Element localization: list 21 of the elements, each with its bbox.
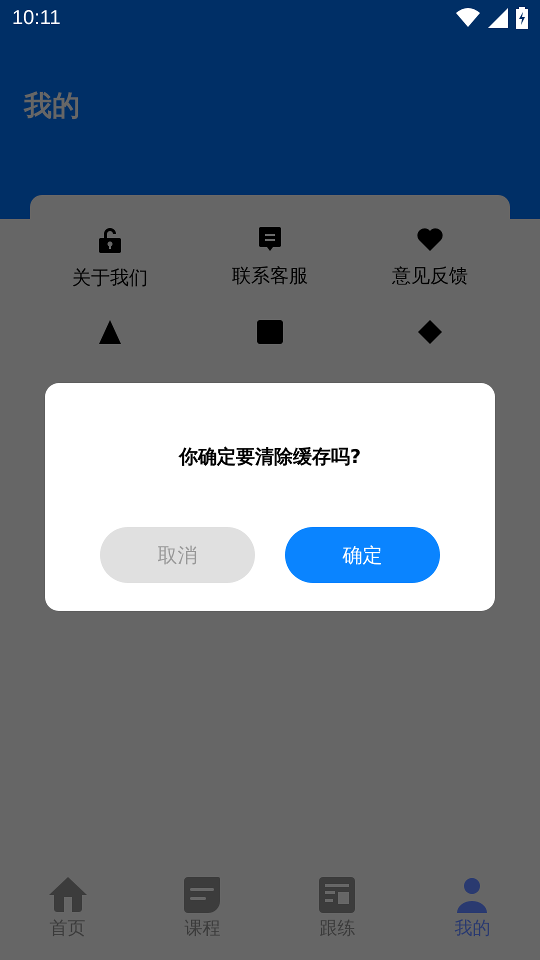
- menu-label[interactable]: 联系客服: [232, 265, 308, 288]
- newspaper-icon: [318, 877, 356, 913]
- status-time: 10:11: [12, 6, 61, 31]
- document-icon: [184, 877, 222, 913]
- page-title: 我的: [22, 88, 81, 120]
- lock-icon[interactable]: [99, 227, 121, 253]
- triangle-icon[interactable]: [99, 320, 121, 344]
- wifi-icon: [456, 8, 480, 28]
- square-icon[interactable]: [257, 320, 283, 344]
- menu-label[interactable]: 意见反馈: [392, 265, 468, 288]
- signal-icon: [488, 8, 508, 28]
- confirm-button[interactable]: 确定: [285, 526, 440, 582]
- diamond-icon[interactable]: [418, 320, 442, 344]
- heart-icon[interactable]: [417, 227, 443, 251]
- chat-icon[interactable]: [259, 227, 281, 251]
- menu-label[interactable]: 关于我们: [72, 267, 148, 290]
- nav-tab[interactable]: 我的: [405, 877, 540, 942]
- home-icon: [48, 877, 86, 913]
- battery-icon: [516, 7, 528, 29]
- dialog-message: 你确定要清除缓存吗?: [178, 445, 362, 470]
- cancel-button[interactable]: 取消: [100, 526, 255, 582]
